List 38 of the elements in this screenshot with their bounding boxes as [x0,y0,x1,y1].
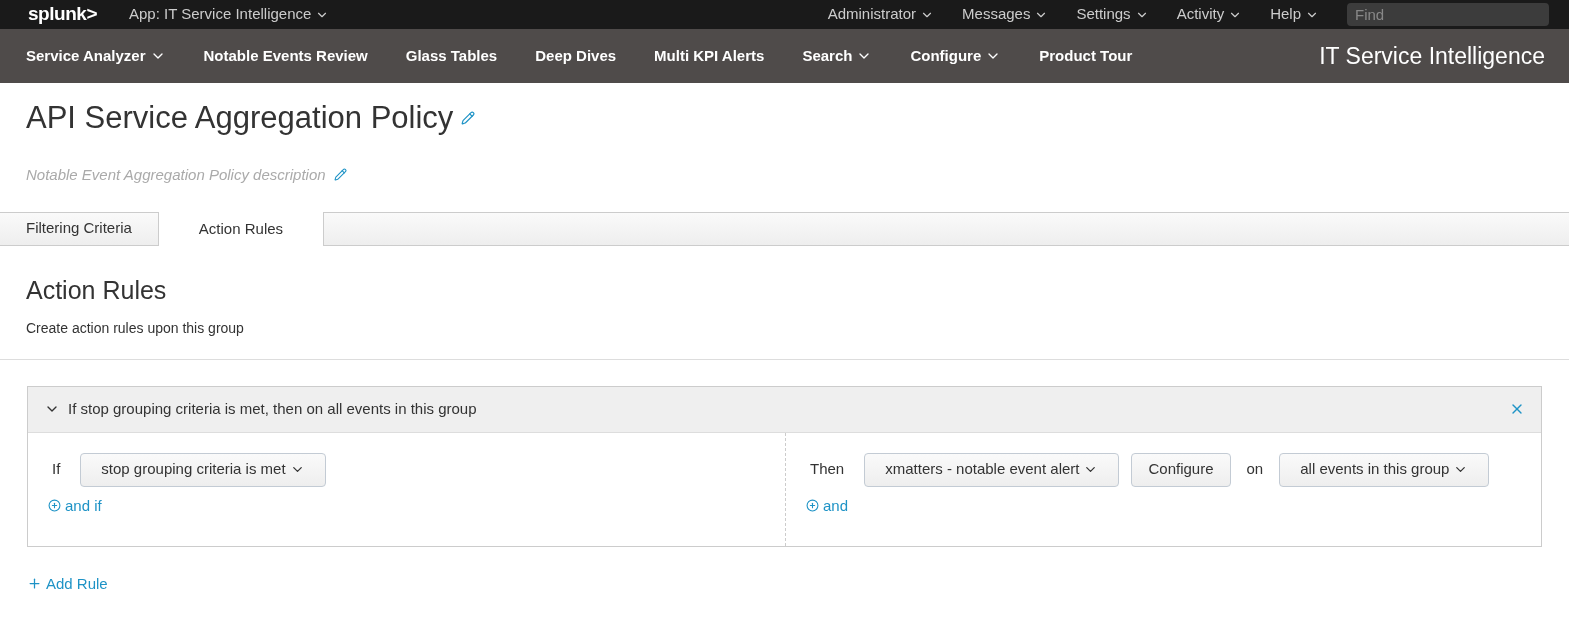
top-menu[interactable]: Administrator [827,3,935,26]
nav-item[interactable]: Product Tour [1039,44,1133,68]
edit-icon[interactable] [461,111,476,126]
search-field[interactable]: Find [1347,3,1549,26]
action-dropdown[interactable]: xmatters - notable event alert [864,452,1120,487]
plus-icon [27,576,42,592]
rule-header[interactable]: If stop grouping criteria is met, then on all events in this group [28,386,1541,433]
condition-dropdown[interactable]: stop grouping criteria is met [80,452,326,487]
top-menu[interactable]: Messages [962,3,1049,26]
rule-summary: If stop grouping criteria is met, then on all events in this group [68,398,478,419]
top-menu[interactable]: Activity [1176,3,1243,26]
top-menu[interactable]: Help [1270,3,1319,26]
nav-item[interactable]: Deep Dives [535,44,617,68]
plus-icon [48,499,61,513]
configure-button[interactable]: Configure [1131,452,1231,487]
section-subtitle: Create action rules upon this group [26,318,245,338]
logo[interactable]: splunk> [28,0,97,29]
scope-dropdown[interactable]: all events in this group [1279,452,1490,487]
add-rule-link[interactable]: Add Rule [27,572,108,595]
nav-item[interactable]: Configure [910,44,1002,68]
nav-item[interactable]: Search [802,44,873,68]
plus-icon [806,499,819,513]
then-label: Then [810,459,845,480]
nav-item[interactable]: Notable Events Review [203,44,368,68]
tab[interactable]: Filtering Criteria [0,212,158,245]
page-description: Notable Event Aggregation Policy description [26,164,326,185]
app-title: IT Service Intelligence [1319,41,1545,71]
tab[interactable]: Action Rules [157,212,325,246]
on-label: on [1246,459,1264,480]
section-title: Action Rules [26,275,168,306]
page-title: API Service Aggregation Policy [26,99,454,137]
if-label: If [52,459,61,480]
nav-item[interactable]: Service Analyzer [26,44,166,68]
nav-item[interactable]: Glass Tables [405,44,498,68]
nav-item[interactable]: Multi KPI Alerts [654,44,765,68]
top-menu[interactable]: Settings [1076,3,1149,26]
app-menu[interactable]: App: IT Service Intelligence [129,3,330,26]
edit-icon[interactable] [333,168,347,182]
